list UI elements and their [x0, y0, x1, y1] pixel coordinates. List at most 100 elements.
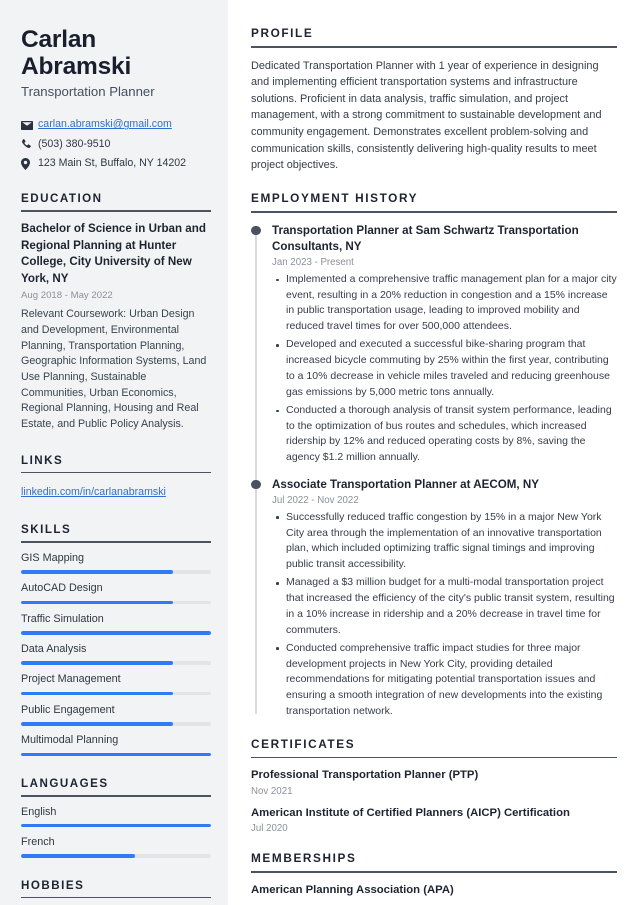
- skill-item-fill: [21, 752, 211, 756]
- job-bullet: Developed and executed a successful bike…: [272, 337, 617, 400]
- education-description: Relevant Coursework: Urban Design and De…: [21, 308, 207, 431]
- job-bullet: Implemented a comprehensive traffic mana…: [272, 272, 617, 335]
- skill-item-label: AutoCAD Design: [21, 582, 103, 595]
- skill-item-label: Traffic Simulation: [21, 612, 104, 625]
- candidate-job-title: Transportation Planner: [21, 83, 155, 99]
- contact-row[interactable]: carlan.abramski@gmail.com: [21, 118, 211, 132]
- entry-title: Professional Transportation Planner (PTP…: [251, 769, 479, 782]
- envelope-icon: [21, 119, 38, 132]
- entry-date: Nov 2021: [251, 785, 293, 797]
- job-bullet: Conducted a thorough analysis of transit…: [272, 403, 617, 466]
- skill-item-track: [21, 570, 211, 574]
- main-column: Profile Dedicated Transportation Planner…: [228, 0, 640, 905]
- contact-text[interactable]: carlan.abramski@gmail.com: [38, 118, 172, 132]
- skill-item-fill: [21, 600, 173, 605]
- timeline-dot-icon: [251, 225, 261, 236]
- divider: [21, 896, 211, 899]
- employment-section: Employment History Transportation Planne…: [251, 191, 617, 720]
- certificates-list: Professional Transportation Planner (PTP…: [251, 768, 617, 834]
- contact-text: 123 Main St, Buffalo, NY 14202: [38, 157, 187, 170]
- job-bullet-list: Implemented a comprehensive traffic mana…: [272, 272, 617, 466]
- memberships-heading: Memberships: [251, 851, 357, 866]
- divider: [21, 210, 211, 212]
- skill-item: Multimodal Planning: [21, 734, 211, 756]
- job-bullet-list: Successfully reduced traffic congestion …: [272, 510, 617, 720]
- skill-item-label: GIS Mapping: [21, 552, 85, 564]
- skill-item: Data Analysis: [21, 643, 211, 665]
- language-item-fill: [21, 854, 135, 858]
- profile-section: Profile Dedicated Transportation Planner…: [251, 26, 617, 174]
- language-item-label: English: [21, 805, 57, 818]
- education-section: Education Bachelor of Science in Urban a…: [21, 192, 211, 433]
- skill-item-fill: [21, 631, 211, 635]
- memberships-section: Memberships American Planning Associatio…: [251, 851, 617, 905]
- job-bullet: Conducted comprehensive traffic impact s…: [272, 641, 617, 720]
- certificates-heading: Certificates: [251, 736, 356, 751]
- job-bullet: Managed a $3 million budget for a multi-…: [272, 575, 617, 638]
- skills-list: GIS Mapping AutoCAD Design Traffic Simulat…: [21, 552, 211, 756]
- job-role: Associate Transportation Planner at AECO…: [272, 477, 539, 491]
- job-list: Transportation Planner at Sam Schwartz T…: [251, 223, 617, 720]
- divider: [251, 210, 617, 213]
- education-date: Aug 2018 - May 2022: [21, 290, 113, 302]
- job-role: Transportation Planner at Sam Schwartz T…: [272, 223, 579, 253]
- divider: [251, 871, 617, 873]
- skill-item-track: [21, 722, 211, 726]
- entry-date: Jul 2020: [251, 823, 288, 835]
- skills-section: Skills GIS Mapping AutoCAD Design Traffic …: [21, 523, 211, 756]
- entry-title: American Institute of Certified Planners…: [251, 806, 570, 819]
- skill-item: AutoCAD Design: [21, 582, 211, 605]
- memberships-list: American Planning Association (APA)Insti…: [251, 883, 617, 905]
- divider: [251, 46, 617, 48]
- contact-row: 123 Main St, Buffalo, NY 14202: [21, 157, 211, 171]
- timeline-dot-icon: [251, 479, 261, 490]
- skill-item-fill: [21, 722, 173, 726]
- skill-item-label: Multimodal Planning: [21, 734, 119, 747]
- languages-heading: Languages: [21, 776, 109, 790]
- sidebar-link[interactable]: linkedin.com/in/carlanabramski: [21, 486, 166, 498]
- skill-item-track: [21, 600, 211, 605]
- skill-item-label: Data Analysis: [21, 643, 87, 656]
- language-item-label: French: [21, 835, 55, 848]
- job-bullet: Successfully reduced traffic congestion …: [272, 510, 617, 573]
- job-entry: Transportation Planner at Sam Schwartz T…: [251, 223, 617, 466]
- language-item: French: [21, 836, 211, 858]
- skill-item: GIS Mapping: [21, 552, 211, 574]
- page-title: Carlan Abramski Transportation Planner: [21, 26, 211, 100]
- sidebar: Carlan Abramski Transportation Planner c…: [0, 0, 228, 905]
- links-heading: Links: [21, 453, 64, 467]
- phone-icon: [21, 138, 38, 151]
- language-item-fill: [21, 823, 211, 828]
- skill-item-track: [21, 631, 211, 635]
- language-item-track: [21, 823, 211, 828]
- skill-item-label: Public Engagement: [21, 703, 115, 716]
- languages-section: Languages English French: [21, 777, 211, 858]
- skill-item-track: [21, 752, 211, 756]
- links-list: linkedin.com/in/carlanabramski: [21, 482, 211, 502]
- skill-item: Public Engagement: [21, 704, 211, 726]
- divider: [251, 756, 617, 759]
- entry: American Institute of Certified Planners…: [251, 806, 617, 834]
- job-date: Jan 2023 - Present: [272, 256, 354, 268]
- language-item: English: [21, 806, 211, 828]
- skill-item-label: Project Management: [21, 673, 121, 686]
- candidate-name: Carlan Abramski: [21, 26, 132, 81]
- hobbies-section: Hobbies: [21, 879, 211, 899]
- profile-heading: Profile: [251, 26, 314, 40]
- divider: [21, 541, 211, 543]
- links-section: Links linkedin.com/in/carlanabramski: [21, 454, 211, 503]
- location-pin-icon: [21, 158, 38, 171]
- resume-document: Carlan Abramski Transportation Planner c…: [0, 0, 640, 905]
- language-item-track: [21, 854, 211, 858]
- employment-timeline: Transportation Planner at Sam Schwartz T…: [251, 223, 617, 720]
- skills-heading: Skills: [21, 523, 72, 537]
- entry: American Planning Association (APA): [251, 883, 617, 899]
- certificates-section: Certificates Professional Transportation…: [251, 737, 617, 834]
- divider: [21, 794, 211, 797]
- job-entry: Associate Transportation Planner at AECO…: [251, 477, 617, 720]
- profile-text: Dedicated Transportation Planner with 1 …: [251, 59, 602, 172]
- contact-text: (503) 380-9510: [38, 137, 111, 150]
- job-date: Jul 2022 - Nov 2022: [272, 494, 359, 506]
- skill-item-track: [21, 661, 211, 665]
- hobbies-heading: Hobbies: [21, 878, 85, 892]
